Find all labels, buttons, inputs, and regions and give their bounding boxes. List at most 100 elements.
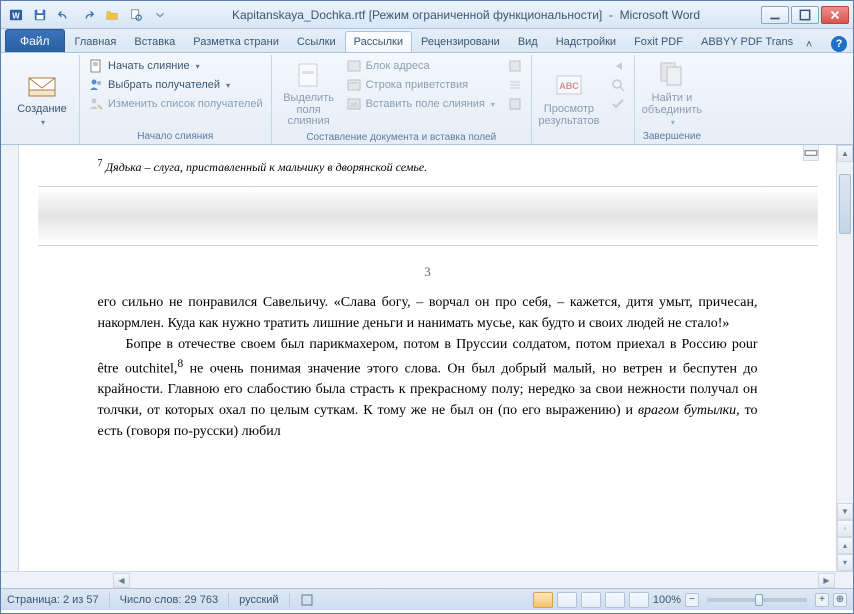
group-create: Создание ▾ (5, 55, 80, 144)
chevron-down-icon: ▾ (41, 118, 45, 127)
maximize-button[interactable] (791, 6, 819, 24)
svg-text:ab: ab (350, 102, 358, 109)
status-language[interactable]: русский (239, 594, 278, 606)
minimize-ribbon-icon[interactable]: ˄ (802, 38, 816, 52)
redo-icon[interactable] (77, 4, 99, 26)
create-envelopes-button[interactable]: Создание ▾ (11, 57, 73, 140)
print-layout-view-button[interactable] (533, 592, 553, 608)
check-errors-button (608, 95, 628, 113)
tab-view[interactable]: Вид (509, 31, 547, 52)
address-icon (346, 58, 362, 74)
browse-object-button[interactable]: ◦ (837, 520, 853, 537)
tab-foxit[interactable]: Foxit PDF (625, 31, 692, 52)
highlight-fields-button: Выделить поля слияния (278, 57, 340, 130)
group-start-merge: Начать слияние▾ Выбрать получателей▾ Изм… (80, 55, 272, 144)
status-words[interactable]: Число слов: 29 763 (120, 594, 218, 606)
envelope-icon (26, 70, 58, 102)
update-labels-button (505, 95, 525, 113)
minimize-button[interactable] (761, 6, 789, 24)
statusbar: Страница: 2 из 57 Число слов: 29 763 рус… (1, 588, 853, 610)
outline-view-button[interactable] (605, 592, 625, 608)
tab-layout[interactable]: Разметка страни (184, 31, 288, 52)
ribbon: Создание ▾ Начать слияние▾ Выбрать получ… (1, 53, 853, 145)
svg-text:W: W (12, 11, 20, 20)
tab-mailings[interactable]: Рассылки (345, 31, 412, 52)
zoom-in-button[interactable]: + (815, 593, 829, 607)
fullscreen-reading-view-button[interactable] (557, 592, 577, 608)
scroll-up-button[interactable]: ▲ (837, 145, 853, 162)
match-fields-button (505, 76, 525, 94)
create-label: Создание (17, 104, 67, 116)
draft-view-button[interactable] (629, 592, 649, 608)
tab-insert[interactable]: Вставка (125, 31, 184, 52)
body-text[interactable]: его сильно не понравился Савельичу. «Сла… (38, 292, 818, 443)
next-page-button[interactable]: ▾ (837, 554, 853, 571)
horizontal-scrollbar[interactable]: ◀ ▶ (1, 571, 853, 588)
zoom-out-button[interactable]: − (685, 593, 699, 607)
scroll-thumb[interactable] (839, 174, 851, 234)
scroll-down-button[interactable]: ▼ (837, 503, 853, 520)
undo-icon[interactable] (53, 4, 75, 26)
rules-button (505, 57, 525, 75)
page-number: 3 (38, 246, 818, 292)
zoom-slider[interactable] (707, 598, 807, 602)
finish-merge-button: Найти и объединить ▾ (641, 57, 703, 129)
finish-icon (656, 59, 688, 91)
select-recipients-button[interactable]: Выбрать получателей▾ (86, 76, 265, 94)
print-preview-icon[interactable] (125, 4, 147, 26)
document-icon (88, 58, 104, 74)
group-label: Завершение (641, 129, 703, 142)
preview-results-button: ABC Просмотр результатов (538, 57, 600, 140)
web-layout-view-button[interactable] (581, 592, 601, 608)
match-icon (507, 77, 523, 93)
fit-button[interactable]: ⊕ (833, 593, 847, 607)
zoom-thumb[interactable] (755, 594, 763, 606)
document-viewport[interactable]: 7 Дядька – слуга, приставленный к мальчи… (19, 145, 836, 571)
file-tab[interactable]: Файл (5, 29, 65, 52)
tab-review[interactable]: Рецензировани (412, 31, 509, 52)
status-page[interactable]: Страница: 2 из 57 (7, 594, 99, 606)
group-label: Начало слияния (86, 129, 265, 142)
update-icon (507, 96, 523, 112)
tab-addins[interactable]: Надстройки (547, 31, 625, 52)
scroll-left-button[interactable]: ◀ (113, 573, 130, 588)
save-icon[interactable] (29, 4, 51, 26)
tab-home[interactable]: Главная (66, 31, 126, 52)
open-icon[interactable] (101, 4, 123, 26)
svg-text:ABC: ABC (559, 81, 579, 91)
page-content: 7 Дядька – слуга, приставленный к мальчи… (38, 145, 818, 442)
footnote-text: Дядька – слуга, приставленный к мальчику… (106, 160, 428, 174)
find-recipient-button (608, 76, 628, 94)
ribbon-tabs: Файл Главная Вставка Разметка страни Ссы… (1, 29, 853, 53)
tab-abbyy[interactable]: ABBYY PDF Trans (692, 31, 802, 52)
insert-mode-icon[interactable] (300, 592, 316, 608)
document-area: 7 Дядька – слуга, приставленный к мальчи… (1, 145, 853, 571)
paragraph: его сильно не понравился Савельичу. «Сла… (98, 292, 758, 334)
rules-icon (507, 58, 523, 74)
group-write-fields: Выделить поля слияния Блок адреса Строка… (272, 55, 532, 144)
insert-field-icon: ab (346, 96, 362, 112)
address-block-button: Блок адреса (344, 57, 497, 75)
preview-icon: ABC (553, 70, 585, 102)
greeting-icon (346, 77, 362, 93)
start-merge-button[interactable]: Начать слияние▾ (86, 57, 265, 75)
vertical-ruler[interactable] (1, 145, 19, 571)
edit-list-icon (88, 96, 104, 112)
footnote-number: 7 (98, 158, 103, 169)
group-label: Составление документа и вставка полей (278, 130, 525, 143)
word-icon[interactable]: W (5, 4, 27, 26)
page-break (38, 186, 818, 246)
insert-field-button: ab Вставить поле слияния▾ (344, 95, 497, 113)
scroll-right-button[interactable]: ▶ (818, 573, 835, 588)
edit-recipients-button: Изменить список получателей (86, 95, 265, 113)
scroll-track[interactable] (837, 162, 853, 503)
app-window: W Kapitanskaya_Dochka.rtf [Режим огранич… (0, 0, 854, 614)
ruler-toggle-icon[interactable] (803, 145, 819, 161)
qat-dropdown-icon[interactable] (149, 4, 171, 26)
vertical-scrollbar[interactable]: ▲ ▼ ◦ ▴ ▾ (836, 145, 853, 571)
prev-page-button[interactable]: ▴ (837, 537, 853, 554)
close-button[interactable] (821, 6, 849, 24)
help-icon[interactable]: ? (831, 36, 847, 52)
tab-references[interactable]: Ссылки (288, 31, 345, 52)
zoom-level[interactable]: 100% (653, 594, 681, 606)
